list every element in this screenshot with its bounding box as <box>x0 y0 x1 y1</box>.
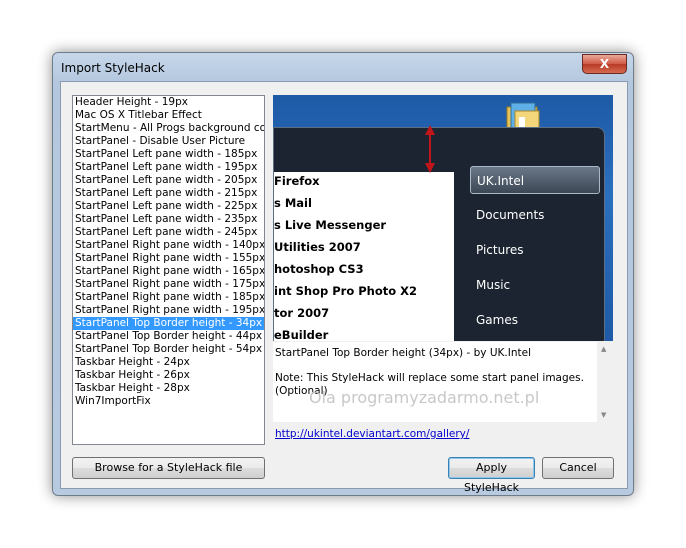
start-right-item: Music <box>476 278 511 292</box>
list-item[interactable]: StartPanel Left pane width - 235px <box>73 213 264 226</box>
start-right-item: Pictures <box>476 243 524 257</box>
close-button[interactable]: X <box>582 54 627 74</box>
list-item[interactable]: Taskbar Height - 28px <box>73 382 264 395</box>
list-item[interactable]: StartMenu - All Progs background color <box>73 122 264 135</box>
list-item[interactable]: StartPanel Right pane width - 140px <box>73 239 264 252</box>
list-item[interactable]: Taskbar Height - 24px <box>73 356 264 369</box>
watermark: Ola programyzadarmo.net.pl <box>309 388 540 407</box>
list-item[interactable]: StartPanel Right pane width - 155px <box>73 252 264 265</box>
program-item: s Live Messenger <box>274 218 387 232</box>
scroll-down-icon[interactable]: ▼ <box>601 411 606 419</box>
list-item[interactable]: StartPanel - Disable User Picture <box>73 135 264 148</box>
list-item[interactable]: StartPanel Top Border height - 34px <box>73 317 264 330</box>
program-item: tor 2007 <box>274 306 330 320</box>
stylehack-list[interactable]: Header Height - 19px Mac OS X Titlebar Ef… <box>72 95 265 445</box>
program-list: Firefox s Mail s Live Messenger Utilities 2… <box>274 172 454 341</box>
list-item[interactable]: Mac OS X Titlebar Effect <box>73 109 264 122</box>
start-right-item: UK.Intel <box>470 166 600 194</box>
description-title: StartPanel Top Border height (34px) - by… <box>275 347 531 359</box>
scroll-up-icon[interactable]: ▲ <box>601 345 606 353</box>
list-item[interactable]: StartPanel Left pane width - 205px <box>73 174 264 187</box>
description-scrollbar[interactable]: ▲ ▼ <box>597 342 613 422</box>
program-item: Firefox <box>274 174 320 188</box>
program-item: hotoshop CS3 <box>274 262 364 276</box>
start-right-item: Documents <box>476 208 545 222</box>
list-item[interactable]: Taskbar Height - 26px <box>73 369 264 382</box>
program-item: int Shop Pro Photo X2 <box>274 284 418 298</box>
start-right-item: Games <box>476 313 518 327</box>
gallery-link[interactable]: http://ukintel.deviantart.com/gallery/ <box>275 428 469 440</box>
list-item[interactable]: StartPanel Left pane width - 195px <box>73 161 264 174</box>
window-title: Import StyleHack <box>61 61 165 75</box>
list-item[interactable]: StartPanel Right pane width - 185px <box>73 291 264 304</box>
list-item[interactable]: StartPanel Top Border height - 44px <box>73 330 264 343</box>
start-menu-preview: Firefox s Mail s Live Messenger Utilities 2… <box>273 95 613 341</box>
start-panel: Firefox s Mail s Live Messenger Utilities 2… <box>273 127 605 341</box>
apply-button[interactable]: Apply StyleHack <box>448 457 535 494</box>
program-item: s Mail <box>274 196 312 210</box>
program-item: eBuilder <box>274 328 329 341</box>
list-item[interactable]: StartPanel Left pane width - 185px <box>73 148 264 161</box>
list-item[interactable]: StartPanel Left pane width - 225px <box>73 200 264 213</box>
list-item[interactable]: StartPanel Left pane width - 245px <box>73 226 264 239</box>
program-item: Utilities 2007 <box>274 240 361 254</box>
list-item[interactable]: StartPanel Left pane width - 215px <box>73 187 264 200</box>
browse-button[interactable]: Browse for a StyleHack file <box>72 457 265 479</box>
dialog-client-area: Header Height - 19px Mac OS X Titlebar Ef… <box>60 81 628 494</box>
cancel-button[interactable]: Cancel <box>542 457 614 479</box>
import-stylehack-dialog: Import StyleHack X Header Height - 19px M… <box>52 52 634 496</box>
close-icon: X <box>599 57 610 71</box>
list-item[interactable]: StartPanel Right pane width - 195px <box>73 304 264 317</box>
list-item[interactable]: StartPanel Right pane width - 175px <box>73 278 264 291</box>
list-item[interactable]: StartPanel Top Border height - 54px <box>73 343 264 356</box>
description-box: StartPanel Top Border height (34px) - by… <box>273 342 613 422</box>
description-note: Note: This StyleHack will replace some s… <box>275 372 584 384</box>
resize-arrow-icon <box>425 125 435 173</box>
list-item[interactable]: Win7ImportFix <box>73 395 264 408</box>
list-item[interactable]: StartPanel Right pane width - 165px <box>73 265 264 278</box>
list-item[interactable]: Header Height - 19px <box>73 96 264 109</box>
